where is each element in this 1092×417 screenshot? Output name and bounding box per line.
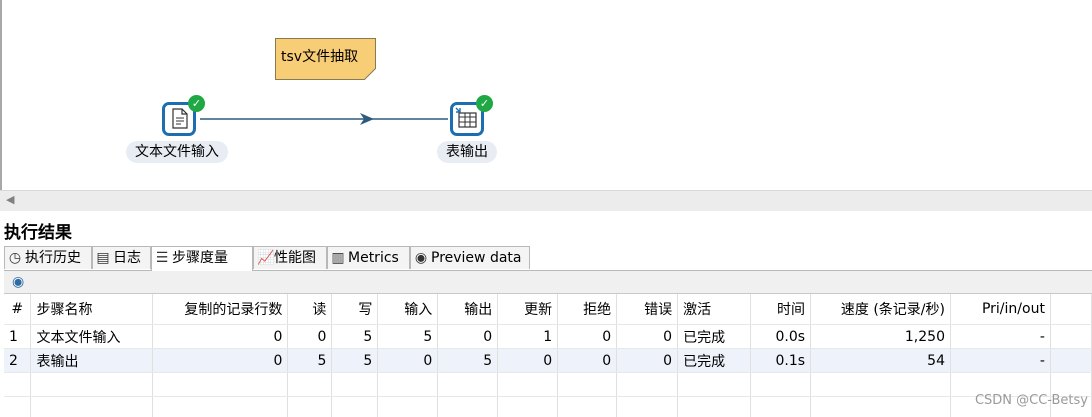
cell: 0 bbox=[617, 325, 678, 349]
success-check-icon: ✓ bbox=[188, 95, 205, 112]
cell: 0 bbox=[153, 325, 288, 349]
step-label: 表输出 bbox=[437, 141, 497, 163]
cell: 0.0s bbox=[751, 325, 811, 349]
cell: 0 bbox=[378, 349, 438, 373]
cell-filler bbox=[1050, 349, 1091, 373]
column-header[interactable]: 输出 bbox=[438, 294, 498, 325]
column-header[interactable]: # bbox=[4, 294, 31, 325]
empty-row bbox=[4, 397, 1092, 417]
results-tabs: ◷执行历史 ▤日志 ☰步骤度量 📈性能图 ▥Metrics ◉Preview d… bbox=[4, 246, 1092, 271]
cell: 0.1s bbox=[751, 349, 811, 373]
eye-icon: ◉ bbox=[414, 247, 428, 270]
cell: 5 bbox=[288, 349, 332, 373]
cell: - bbox=[950, 325, 1050, 349]
clock-icon: ◷ bbox=[8, 247, 22, 270]
cell: 2 bbox=[4, 349, 31, 373]
cell: 已完成 bbox=[678, 349, 751, 373]
cell: 0 bbox=[617, 349, 678, 373]
cell: - bbox=[950, 349, 1050, 373]
metrics-toolbar: ◉ bbox=[4, 271, 1092, 293]
cell: 1 bbox=[498, 325, 558, 349]
tab-execution-history[interactable]: ◷执行历史 bbox=[4, 246, 92, 269]
watermark: CSDN @CC-Betsy bbox=[975, 393, 1088, 408]
performance-chart-icon: 📈 bbox=[257, 247, 271, 270]
execution-results-title: 执行结果 bbox=[4, 218, 72, 243]
column-header[interactable]: Pri/in/out bbox=[950, 294, 1050, 325]
cell: 5 bbox=[332, 325, 378, 349]
column-header[interactable]: 步骤名称 bbox=[31, 294, 153, 325]
transformation-canvas[interactable]: tsv文件抽取 ✓ 文本文件输入 ✓ 表输出 bbox=[0, 0, 1092, 190]
table-row[interactable]: 1 文本文件输入 0 0 5 5 0 1 0 0 已完成 0.0s 1,250 … bbox=[4, 325, 1092, 349]
column-header[interactable]: 更新 bbox=[498, 294, 558, 325]
cell: 1,250 bbox=[811, 325, 951, 349]
tab-metrics[interactable]: ▥Metrics bbox=[327, 246, 410, 269]
eye-icon[interactable]: ◉ bbox=[12, 274, 24, 290]
column-header[interactable]: 复制的记录行数 bbox=[153, 294, 288, 325]
column-header[interactable]: 拒绝 bbox=[558, 294, 617, 325]
column-header[interactable]: 写 bbox=[332, 294, 378, 325]
column-header[interactable]: 读 bbox=[288, 294, 332, 325]
cell: 表输出 bbox=[31, 349, 153, 373]
cell: 5 bbox=[438, 349, 498, 373]
cell: 0 bbox=[438, 325, 498, 349]
success-check-icon: ✓ bbox=[476, 95, 493, 112]
metrics-list-icon: ☰ bbox=[155, 247, 169, 270]
scroll-left-icon[interactable]: ◀ bbox=[6, 193, 14, 206]
cell: 已完成 bbox=[678, 325, 751, 349]
cell: 1 bbox=[4, 325, 31, 349]
tab-step-metrics[interactable]: ☰步骤度量 bbox=[151, 246, 253, 271]
cell: 0 bbox=[498, 349, 558, 373]
tab-performance-chart[interactable]: 📈性能图 bbox=[253, 246, 327, 269]
log-icon: ▤ bbox=[96, 247, 110, 270]
table-header-row: # 步骤名称 复制的记录行数 读 写 输入 输出 更新 拒绝 错误 激活 时间 … bbox=[4, 294, 1092, 325]
table-row[interactable]: 2 表输出 0 5 5 0 5 0 0 0 已完成 0.1s 54 - bbox=[4, 349, 1092, 373]
step-metrics-table[interactable]: # 步骤名称 复制的记录行数 读 写 输入 输出 更新 拒绝 错误 激活 时间 … bbox=[4, 293, 1092, 417]
column-header[interactable]: 激活 bbox=[678, 294, 751, 325]
metrics-icon: ▥ bbox=[331, 247, 345, 270]
column-header[interactable]: 时间 bbox=[751, 294, 811, 325]
column-header[interactable]: 错误 bbox=[617, 294, 678, 325]
table-grid-icon bbox=[453, 105, 481, 133]
cell: 0 bbox=[558, 349, 617, 373]
document-icon bbox=[165, 105, 193, 133]
cell: 0 bbox=[153, 349, 288, 373]
step-label: 文本文件输入 bbox=[126, 141, 228, 163]
tab-log[interactable]: ▤日志 bbox=[92, 246, 151, 269]
canvas-horizontal-scrollbar[interactable]: ◀ bbox=[0, 190, 1092, 211]
column-header[interactable]: 速度 (条记录/秒) bbox=[811, 294, 951, 325]
cell: 5 bbox=[332, 349, 378, 373]
cell: 54 bbox=[811, 349, 951, 373]
cell-filler bbox=[1050, 325, 1091, 349]
cell: 5 bbox=[378, 325, 438, 349]
column-header[interactable]: 输入 bbox=[378, 294, 438, 325]
cell: 0 bbox=[558, 325, 617, 349]
column-header-filler bbox=[1050, 294, 1091, 325]
tab-preview-data[interactable]: ◉Preview data bbox=[410, 246, 530, 269]
cell: 文本文件输入 bbox=[31, 325, 153, 349]
cell: 0 bbox=[288, 325, 332, 349]
empty-row bbox=[4, 373, 1092, 397]
